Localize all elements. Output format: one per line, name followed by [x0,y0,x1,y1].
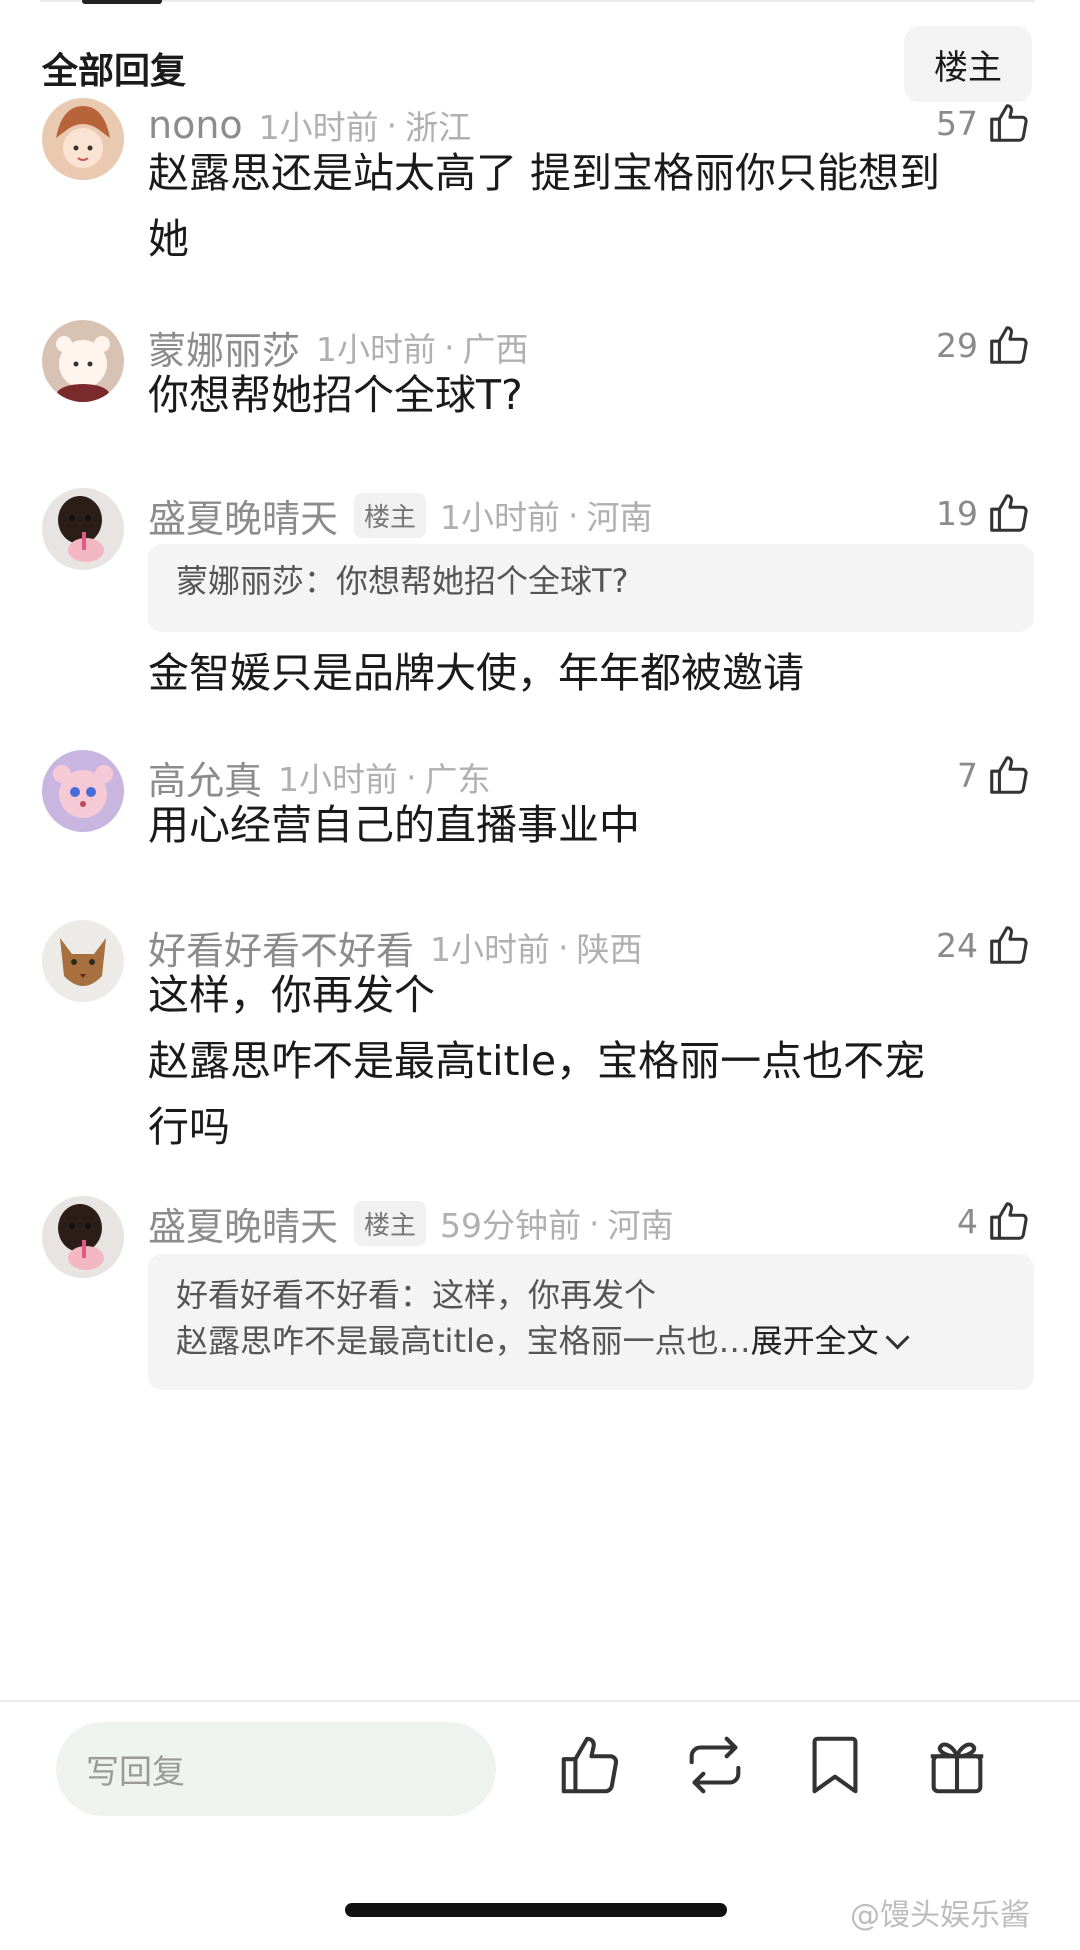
comment-time: 59分钟前 [440,1206,582,1245]
comment-body: 用心经营自己的直播事业中 [148,792,1018,858]
comment-line: 金智媛只是品牌大使，年年都被邀请 [148,649,804,697]
like-count: 24 [936,925,978,965]
comment-line: 赵露思还是站太高了 提到宝格丽你只能想到 [148,149,941,197]
avatar[interactable] [42,1196,124,1278]
comment-item: 蒙娜丽莎 1小时前 · 广西 29 你想帮她招个全球T? [0,320,1080,430]
quote-line: 蒙娜丽莎：你想帮她招个全球T? [176,562,629,600]
quote-line-truncated: 赵露思咋不是最高title，宝格丽一点也…展开全文 [176,1318,1006,1364]
username[interactable]: 盛夏晚晴天 [148,1196,338,1251]
comment-meta: 盛夏晚晴天 楼主 59分钟前 · 河南 [148,1196,674,1251]
like-count: 29 [936,325,978,365]
comment-body: 赵露思还是站太高了 提到宝格丽你只能想到 她 [148,140,1018,272]
avatar[interactable] [42,750,124,832]
chevron-down-icon [885,1325,910,1350]
quoted-comment[interactable]: 蒙娜丽莎：你想帮她招个全球T? [148,544,1034,632]
op-badge: 楼主 [354,1200,427,1246]
home-indicator[interactable] [345,1903,727,1917]
comment-item: nono 1小时前 · 浙江 57 赵露思还是站太高了 提到宝格丽你只能想到 她 [0,98,1080,278]
op-badge: 楼主 [354,492,427,538]
like-button[interactable]: 19 [936,488,1032,538]
meta-separator: · [568,495,579,535]
comment-item: 盛夏晚晴天 楼主 1小时前 · 河南 19 蒙娜丽莎：你想帮她招个全球T? 金智… [0,488,1080,708]
comment-item: 好看好看不好看 1小时前 · 陕西 24 这样，你再发个 赵露思咋不是最高tit… [0,920,1080,1160]
comment-item: 盛夏晚晴天 楼主 59分钟前 · 河南 4 好看好看不好看：这样，你再发个 赵露… [0,1196,1080,1390]
username[interactable]: 盛夏晚晴天 [148,488,338,543]
top-divider [40,0,1035,2]
active-tab-indicator [82,0,162,4]
comment-body: 这样，你再发个 赵露思咋不是最高title，宝格丽一点也不宠 行吗 [148,962,1018,1160]
gift-icon[interactable] [922,1730,992,1800]
like-count: 4 [957,1201,978,1241]
comment-line: 行吗 [148,1103,230,1151]
quote-line: 赵露思咋不是最高title，宝格丽一点也… [176,1322,751,1360]
meta-separator: · [386,105,398,145]
comment-location: 河南 [586,498,653,537]
avatar[interactable] [42,488,124,570]
like-count: 7 [957,755,978,795]
quoted-comment[interactable]: 好看好看不好看：这样，你再发个 赵露思咋不是最高title，宝格丽一点也…展开全… [148,1254,1034,1390]
like-count: 19 [936,493,978,533]
comment-body: 你想帮她招个全球T? [148,362,1018,428]
comment-line: 这样，你再发个 [148,971,435,1019]
like-button[interactable]: 4 [957,1196,1032,1246]
thumbs-up-icon [986,1198,1032,1244]
reply-input[interactable]: 写回复 [56,1722,496,1816]
meta-separator: · [406,757,417,797]
meta-separator: · [589,1203,600,1243]
comment-meta: 盛夏晚晴天 楼主 1小时前 · 河南 [148,488,653,543]
repost-icon[interactable] [680,1730,750,1800]
meta-separator: · [444,327,455,367]
comment-location: 河南 [607,1206,674,1245]
comment-line: 你想帮她招个全球T? [148,371,523,419]
comment-line: 她 [148,215,189,263]
watermark: @馒头娱乐酱 [850,1898,1030,1933]
thumbs-up-icon [986,490,1032,536]
comment-item: 高允真 1小时前 · 广东 7 用心经营自己的直播事业中 [0,750,1080,860]
avatar[interactable] [42,320,124,402]
comment-time: 1小时前 [440,498,561,537]
op-only-filter-button[interactable]: 楼主 [904,26,1032,102]
like-count: 57 [936,103,978,143]
expand-full-text-link[interactable]: 展开全文 [751,1322,879,1360]
quote-line: 好看好看不好看：这样，你再发个 [176,1276,657,1314]
meta-separator: · [558,927,569,967]
avatar[interactable] [42,98,124,180]
comment-body: 金智媛只是品牌大使，年年都被邀请 [148,640,1018,706]
bookmark-icon[interactable] [800,1730,870,1800]
all-replies-title: 全部回复 [42,51,187,92]
comment-line: 赵露思咋不是最高title，宝格丽一点也不宠 [148,1037,926,1085]
avatar[interactable] [42,920,124,1002]
like-icon[interactable] [555,1730,625,1800]
comment-line: 用心经营自己的直播事业中 [148,801,640,849]
